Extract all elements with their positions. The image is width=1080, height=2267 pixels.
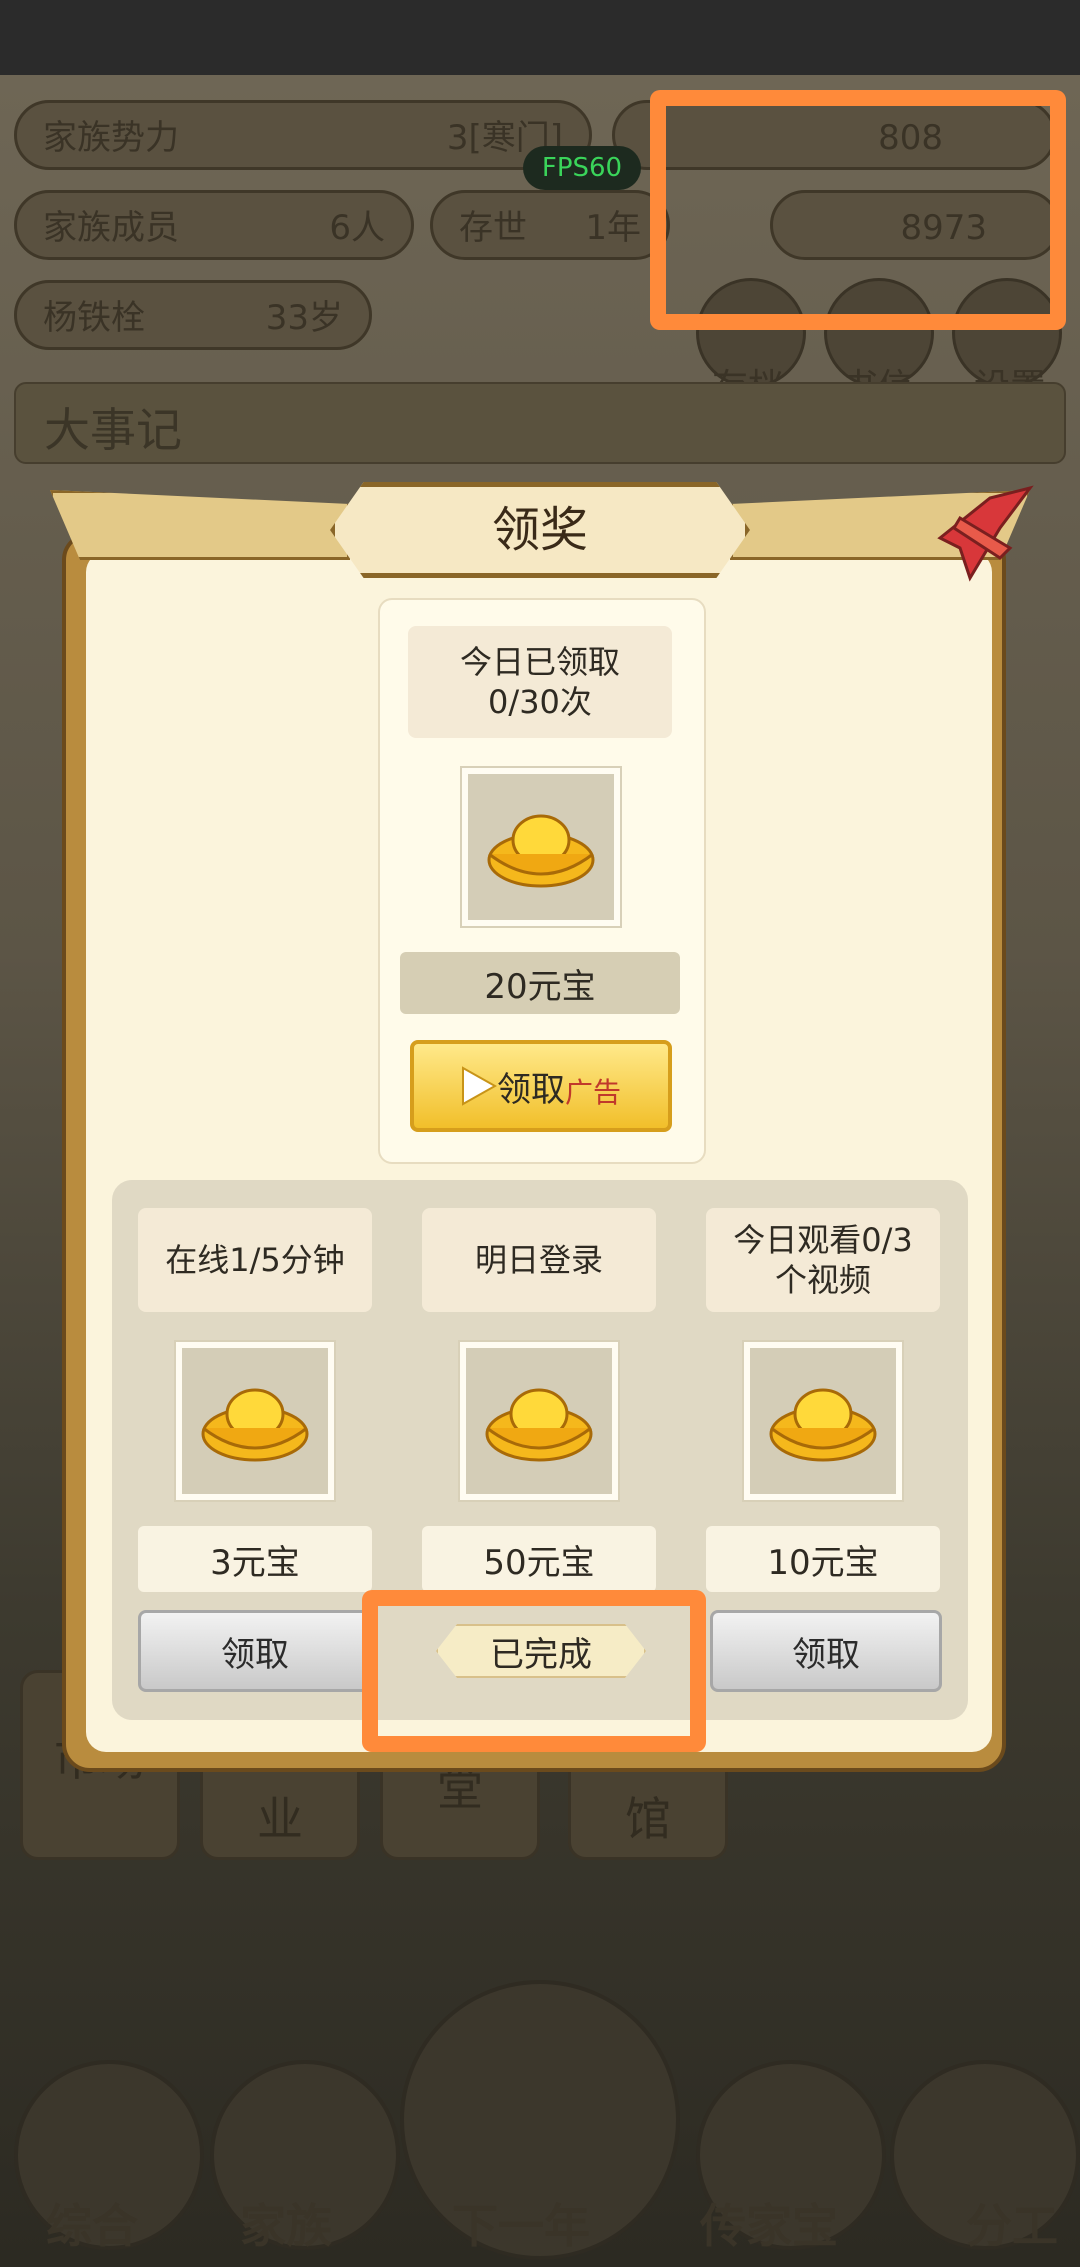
- bottom-nav-next-year-label: 下一年: [452, 2199, 590, 2253]
- bottom-nav-family-label: 家族: [240, 2199, 332, 2253]
- play-icon: [461, 1066, 497, 1106]
- dialog-title: 领奖: [330, 482, 750, 578]
- bottom-nav-overview-label: 综合: [46, 2199, 138, 2253]
- reward-video-label-line2: 个视频: [774, 1261, 871, 1299]
- reward-online-amount: 3元宝: [138, 1526, 372, 1592]
- reward-online-claim-button[interactable]: 领取: [138, 1610, 372, 1692]
- bottom-nav-division-label: 分工: [966, 2199, 1058, 2253]
- person-age: 33岁: [265, 298, 343, 338]
- survival-label: 存世: [459, 208, 527, 248]
- ad-reward-amount: 20元宝: [400, 952, 680, 1014]
- reward-login-label: 明日登录: [422, 1208, 656, 1312]
- reward-video-label-line1: 今日观看0/3: [733, 1221, 913, 1259]
- highlight-currency-box: [650, 90, 1066, 330]
- reward-video-label: 今日观看0/3 个视频: [706, 1208, 940, 1312]
- ad-reward-image-frame: [460, 766, 622, 928]
- ad-tag: 广告: [564, 1076, 621, 1109]
- family-power-pill: 家族势力 3[寒门]: [14, 100, 592, 170]
- members-label: 家族成员: [43, 208, 179, 248]
- gold-ingot-icon: [201, 1388, 309, 1462]
- ad-claim-button[interactable]: 领取 广告: [410, 1040, 672, 1132]
- survival-value: 1年: [585, 208, 641, 248]
- gold-ingot-icon: [487, 814, 595, 888]
- highlight-completed-box: [362, 1590, 706, 1752]
- reward-login-amount: 50元宝: [422, 1526, 656, 1592]
- reward-video-image-frame: [742, 1340, 904, 1502]
- close-icon: [937, 485, 1034, 582]
- reward-login-image-frame: [458, 1340, 620, 1502]
- annals-bar[interactable]: 大事记: [14, 382, 1066, 464]
- reward-online-image-frame: [174, 1340, 336, 1502]
- gold-ingot-icon: [769, 1388, 877, 1462]
- fps-counter: FPS60: [523, 146, 641, 190]
- family-power-label: 家族势力: [43, 118, 179, 158]
- members-value: 6人: [329, 208, 385, 248]
- person-pill: 杨铁栓 33岁: [14, 280, 372, 350]
- members-pill: 家族成员 6人: [14, 190, 414, 260]
- person-name: 杨铁栓: [43, 298, 145, 338]
- claimed-count-line1: 今日已领取: [459, 643, 620, 681]
- bottom-nav-heirloom-label: 传家宝: [700, 2199, 838, 2253]
- status-bar: [0, 0, 1080, 75]
- reward-video-claim-button[interactable]: 领取: [710, 1610, 942, 1692]
- survival-pill: 存世 1年: [430, 190, 670, 260]
- claimed-count-label: 今日已领取 0/30次: [408, 626, 672, 738]
- reward-online-label: 在线1/5分钟: [138, 1208, 372, 1312]
- annals-title: 大事记: [44, 403, 182, 457]
- ad-claim-label: 领取: [496, 1069, 565, 1110]
- claimed-count-line2: 0/30次: [488, 683, 592, 721]
- close-button[interactable]: [930, 478, 1038, 586]
- ad-reward-card: 今日已领取 0/30次 20元宝 领取 广告: [378, 598, 706, 1164]
- reward-video-amount: 10元宝: [706, 1526, 940, 1592]
- gold-ingot-icon: [485, 1388, 593, 1462]
